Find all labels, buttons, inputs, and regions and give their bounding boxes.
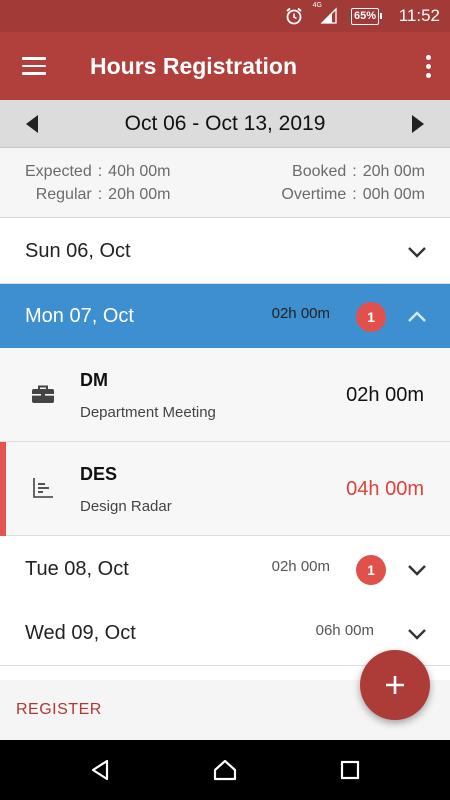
time-entry-dm[interactable]: DM Department Meeting 02h 00m — [0, 348, 450, 442]
page-title: Hours Registration — [90, 53, 298, 79]
system-navigation-bar — [0, 740, 450, 800]
battery-percent: 65% — [350, 7, 379, 25]
menu-icon[interactable] — [14, 46, 54, 86]
battery-icon: 65% — [350, 0, 382, 32]
day-hours: 02h 00m — [271, 305, 330, 322]
day-hours: 06h 00m — [315, 622, 374, 639]
more-vert-icon[interactable] — [416, 46, 440, 86]
day-label: Wed 09, Oct — [25, 622, 136, 644]
register-button[interactable]: REGISTER — [16, 680, 102, 740]
week-range-label: Oct 06 - Oct 13, 2019 — [124, 112, 326, 135]
day-row-mon-07[interactable]: Mon 07, Oct 02h 00m 1 — [0, 284, 450, 349]
clock-time: 11:52 — [398, 6, 440, 25]
alarm-icon — [284, 0, 304, 32]
booked-value: 20h 00m — [362, 163, 425, 180]
overtime-value: 00h 00m — [362, 186, 425, 203]
arrow-right-icon — [412, 115, 424, 133]
nav-back-icon[interactable] — [80, 750, 120, 790]
add-entry-button[interactable] — [360, 650, 430, 720]
entry-code: DM — [80, 370, 108, 390]
signal-icon — [320, 0, 338, 32]
nav-home-icon[interactable] — [205, 750, 245, 790]
day-label: Sun 06, Oct — [25, 240, 131, 262]
chevron-up-icon[interactable] — [404, 304, 430, 330]
chevron-down-icon[interactable] — [404, 239, 430, 265]
warning-accent-bar — [0, 442, 6, 536]
entry-name: Department Meeting — [80, 404, 216, 421]
project-chart-icon — [30, 475, 56, 501]
expected-label: Expected — [25, 163, 92, 180]
briefcase-icon — [30, 381, 56, 407]
notification-badge: 1 — [356, 302, 386, 332]
chevron-down-icon[interactable] — [404, 621, 430, 647]
day-label: Mon 07, Oct — [25, 305, 134, 327]
entry-hours: 04h 00m — [346, 478, 424, 500]
regular-value: 20h 00m — [108, 186, 171, 203]
day-row-sun-06[interactable]: Sun 06, Oct — [0, 219, 450, 284]
notification-badge: 1 — [356, 555, 386, 585]
day-hours: 02h 00m — [271, 558, 330, 575]
entry-name: Design Radar — [80, 498, 172, 515]
plus-icon — [386, 676, 404, 694]
time-entry-des[interactable]: DES Design Radar 04h 00m — [0, 442, 450, 536]
week-navigator: Oct 06 - Oct 13, 2019 — [0, 100, 450, 148]
hours-summary: Expected : 40h 00m Regular : 20h 00m Boo… — [0, 148, 450, 218]
regular-label: Regular — [35, 186, 92, 203]
chevron-down-icon[interactable] — [404, 557, 430, 583]
overtime-label: Overtime — [281, 186, 347, 203]
expected-value: 40h 00m — [108, 163, 171, 180]
nav-recents-icon[interactable] — [330, 750, 370, 790]
app-bar: Hours Registration — [0, 32, 450, 100]
entry-hours: 02h 00m — [346, 384, 424, 406]
day-row-tue-08[interactable]: Tue 08, Oct 02h 00m 1 — [0, 537, 450, 602]
booked-label: Booked — [292, 163, 347, 180]
status-bar: 4G 65% 11:52 — [0, 0, 450, 32]
day-label: Tue 08, Oct — [25, 558, 129, 580]
next-week-button[interactable] — [398, 104, 438, 144]
entry-code: DES — [80, 464, 118, 484]
